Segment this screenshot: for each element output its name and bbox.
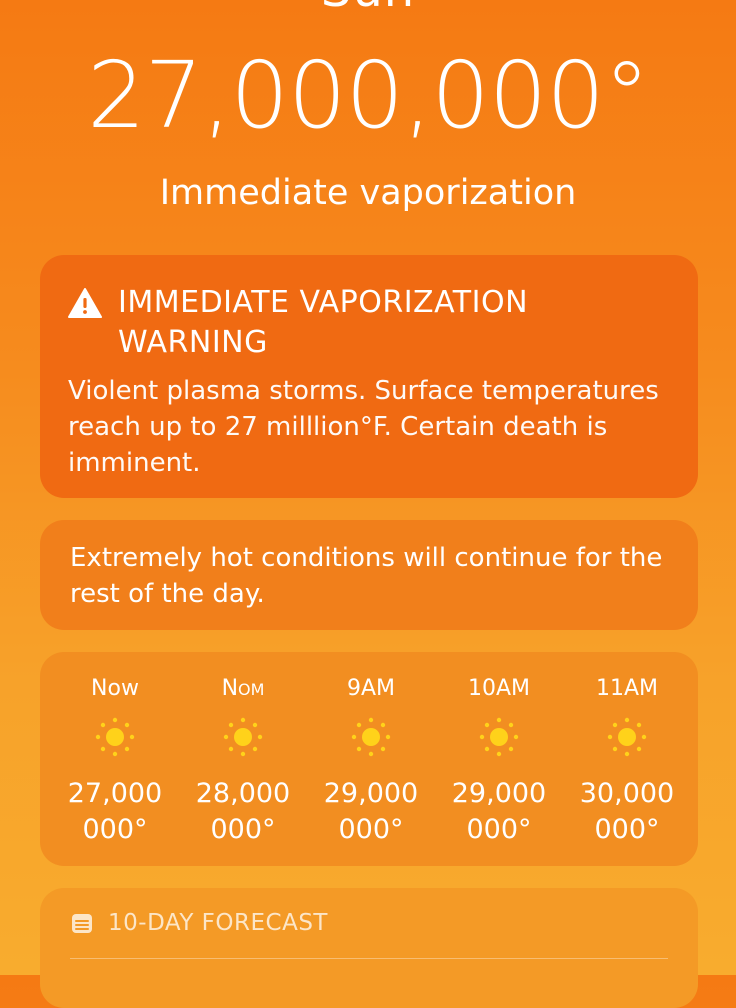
sun-icon [351, 717, 391, 757]
conditions-summary-card: Extremely hot conditions will continue f… [40, 520, 698, 630]
sun-icon [95, 717, 135, 757]
forecast-header: 10-DAY FORECAST [70, 910, 668, 936]
hour-temperature: 29,000 000° [308, 776, 434, 848]
hour-temperature: 29,000 000° [436, 776, 562, 848]
hour-label: Now [91, 676, 139, 701]
hourly-forecast-card[interactable]: Now 27,000 000° NOM 28,000 000° 9AM 29,0… [40, 652, 698, 866]
location-name: Sun [0, 0, 736, 14]
hour-label-om: OM [238, 680, 265, 699]
current-temperature: 27,000,000° [87, 42, 650, 149]
warning-title: IMMEDIATE VAPORIZATION WARNING [118, 285, 529, 360]
hour-temperature: 28,000 000° [180, 776, 306, 848]
hour-temperature-line-1: 29,000 [323, 778, 419, 809]
hour-temperature-line-1: 28,000 [195, 778, 291, 809]
hourly-item: NOM 28,000 000° [180, 676, 306, 848]
ten-day-forecast-card[interactable]: 10-DAY FORECAST [40, 888, 698, 1008]
warning-body: Violent plasma storms. Surface temperatu… [68, 376, 659, 478]
hour-temperature: 27,000 000° [52, 776, 178, 848]
conditions-summary-text: Extremely hot conditions will continue f… [70, 543, 663, 609]
sun-icon [479, 717, 519, 757]
warning-triangle-icon [68, 288, 102, 318]
sun-icon [607, 717, 647, 757]
current-condition: Immediate vaporization [159, 173, 577, 213]
hour-label: NOM [180, 676, 306, 702]
hour-label: 11AM [595, 676, 659, 701]
hour-temperature-line-2: 000° [594, 814, 660, 845]
hourly-forecast-row[interactable]: Now 27,000 000° NOM 28,000 000° 9AM 29,0… [40, 676, 698, 848]
hour-temperature: 30,000 000° [564, 776, 690, 848]
severe-weather-warning-card[interactable]: IMMEDIATE VAPORIZATION WARNING Violent p… [40, 255, 698, 498]
hourly-item: 11AM 30,000 000° [564, 676, 690, 848]
forecast-title: 10-DAY FORECAST [108, 910, 328, 936]
hour-temperature-line-2: 000° [338, 814, 404, 845]
hourly-item: 9AM 29,000 000° [308, 676, 434, 848]
hour-temperature-line-2: 000° [82, 814, 148, 845]
warning-title-row: IMMEDIATE VAPORIZATION WARNING [68, 283, 670, 363]
sun-icon [223, 717, 263, 757]
hour-temperature-line-2: 000° [466, 814, 532, 845]
hour-label: 10AM [467, 676, 531, 701]
forecast-divider [70, 958, 668, 959]
hourly-item: 10AM 29,000 000° [436, 676, 562, 848]
hour-label-n: N [221, 676, 239, 701]
hour-label: 9AM [346, 676, 396, 701]
hour-temperature-line-2: 000° [210, 814, 276, 845]
hour-temperature-line-1: 27,000 [67, 778, 163, 809]
hour-temperature-line-1: 30,000 [579, 778, 675, 809]
hourly-item: Now 27,000 000° [52, 676, 178, 848]
hour-temperature-line-1: 29,000 [451, 778, 547, 809]
calendar-icon [72, 914, 92, 933]
